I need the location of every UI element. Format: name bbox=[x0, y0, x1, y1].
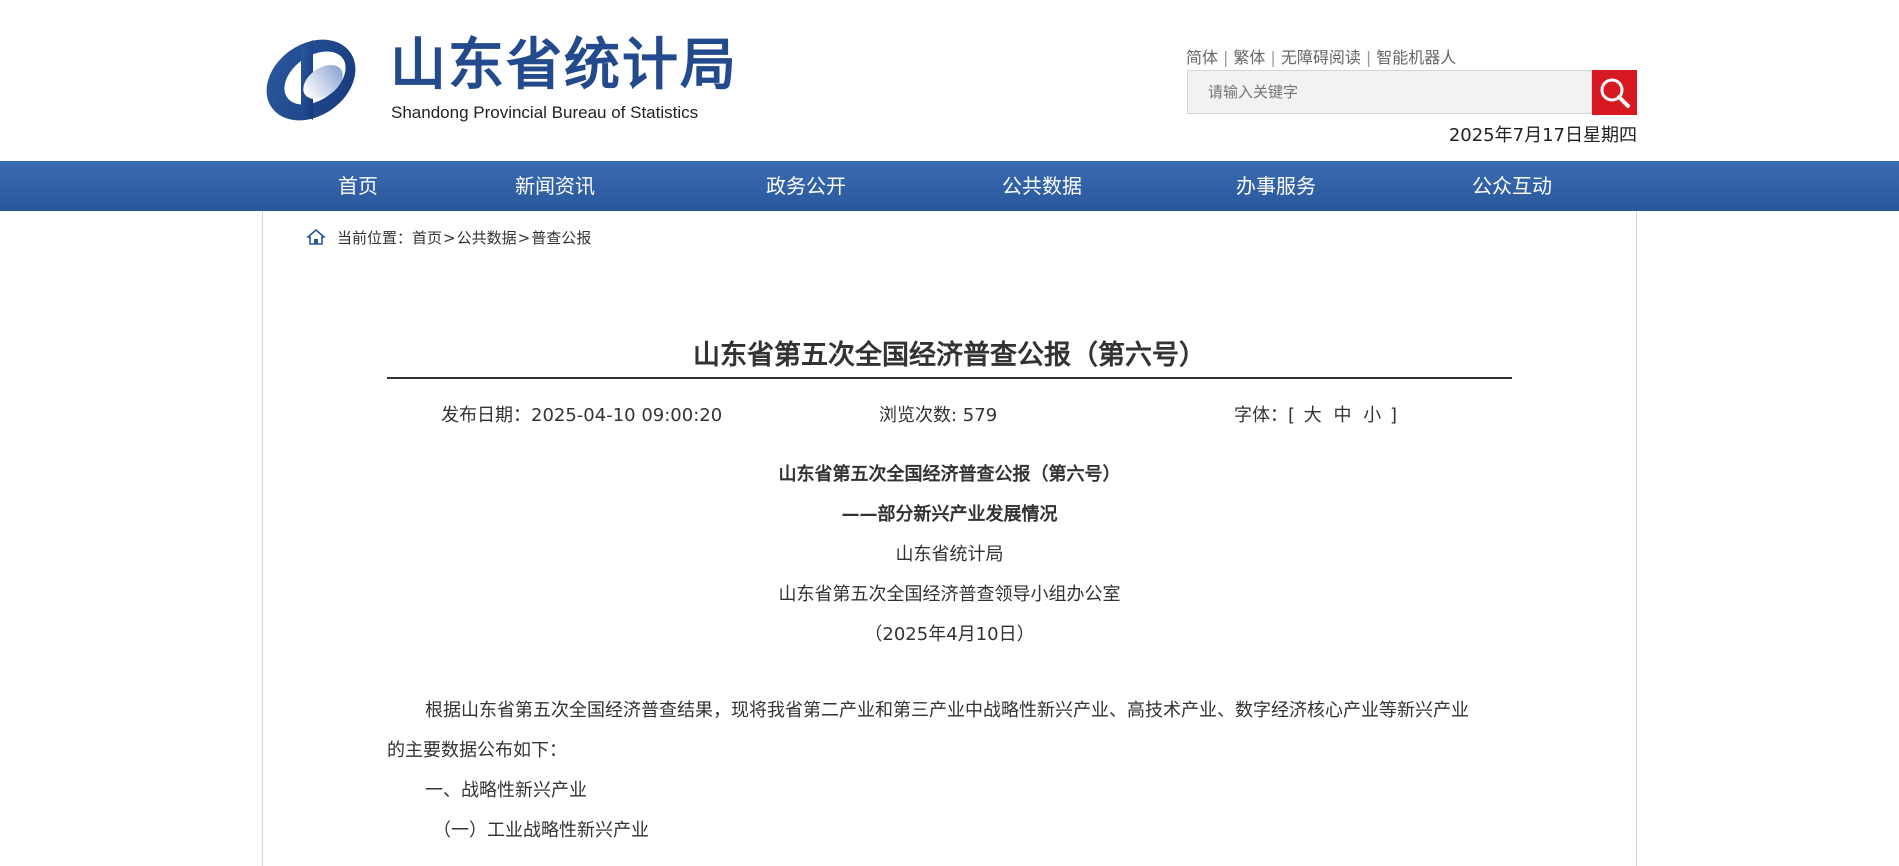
subsection-heading: （一）工业战略性新兴产业 bbox=[433, 820, 649, 841]
nav-item-public-data[interactable]: 公共数据 bbox=[962, 161, 1122, 211]
separator: | bbox=[1270, 48, 1276, 67]
title-divider bbox=[387, 377, 1512, 379]
font-large-button[interactable]: 大 bbox=[1304, 405, 1322, 426]
font-size-label: 字体：[ bbox=[1234, 405, 1296, 426]
breadcrumb: 当前位置：首页>公共数据>普查公报 bbox=[337, 227, 591, 248]
font-medium-button[interactable]: 中 bbox=[1334, 405, 1352, 426]
article-title: 山东省第五次全国经济普查公报（第六号） bbox=[693, 340, 1206, 371]
breadcrumb-item-public-data[interactable]: 公共数据 bbox=[457, 229, 517, 247]
site-logo-subtitle: Shandong Provincial Bureau of Statistics bbox=[391, 103, 699, 122]
font-size-control: 字体：[ 大 中 小 ] bbox=[1234, 401, 1397, 427]
publish-date: 发布日期：2025-04-10 09:00:20 bbox=[441, 405, 723, 426]
nav-item-government[interactable]: 政务公开 bbox=[726, 161, 886, 211]
search-button[interactable] bbox=[1592, 70, 1637, 115]
link-traditional[interactable]: 繁体 bbox=[1233, 48, 1265, 67]
breadcrumb-label: 当前位置： bbox=[337, 229, 413, 247]
home-icon bbox=[307, 229, 325, 245]
nav-item-news[interactable]: 新闻资讯 bbox=[475, 161, 635, 211]
site-logo-title[interactable]: 山东省统计局 bbox=[390, 33, 738, 99]
main-nav: 首页 新闻资讯 政务公开 公共数据 办事服务 公众互动 bbox=[0, 161, 1899, 211]
current-date: 2025年7月17日星期四 bbox=[1448, 125, 1637, 146]
breadcrumb-item-census[interactable]: 普查公报 bbox=[531, 229, 591, 247]
nav-item-interaction[interactable]: 公众互动 bbox=[1432, 161, 1592, 211]
body-paragraph-line: 根据山东省第五次全国经济普查结果，现将我省第二产业和第三产业中战略性新兴产业、高… bbox=[425, 700, 1469, 721]
article-heading: 山东省第五次全国经济普查公报（第六号） bbox=[778, 464, 1121, 485]
search-icon bbox=[1600, 78, 1630, 108]
search-input[interactable] bbox=[1187, 70, 1592, 114]
issuer-bureau: 山东省统计局 bbox=[895, 544, 1004, 565]
issuer-office: 山东省第五次全国经济普查领导小组办公室 bbox=[778, 584, 1121, 605]
link-chatbot[interactable]: 智能机器人 bbox=[1376, 48, 1456, 67]
bureau-logo-icon[interactable] bbox=[261, 32, 361, 128]
nav-item-home[interactable]: 首页 bbox=[278, 161, 438, 211]
view-count: 浏览次数: 579 bbox=[879, 405, 998, 426]
font-small-button[interactable]: 小 bbox=[1363, 405, 1381, 426]
nav-item-services[interactable]: 办事服务 bbox=[1196, 161, 1356, 211]
separator: | bbox=[1365, 48, 1372, 67]
separator: | bbox=[1223, 48, 1229, 67]
breadcrumb-item-home[interactable]: 首页 bbox=[412, 229, 442, 247]
section-heading: 一、战略性新兴产业 bbox=[425, 780, 587, 801]
issue-date: （2025年4月10日） bbox=[864, 624, 1035, 645]
breadcrumb-separator: > bbox=[517, 229, 531, 247]
breadcrumb-separator: > bbox=[443, 229, 456, 247]
top-links: 简体 | 繁体 | 无障碍阅读 | 智能机器人 bbox=[1186, 44, 1456, 68]
article-subheading: ——部分新兴产业发展情况 bbox=[841, 504, 1058, 525]
body-paragraph-line: 的主要数据公布如下： bbox=[387, 740, 567, 761]
font-size-end: ] bbox=[1389, 405, 1397, 426]
link-accessibility[interactable]: 无障碍阅读 bbox=[1281, 48, 1361, 67]
site-header: 山东省统计局 Shandong Provincial Bureau of Sta… bbox=[0, 0, 1899, 161]
link-simplified[interactable]: 简体 bbox=[1186, 48, 1218, 67]
